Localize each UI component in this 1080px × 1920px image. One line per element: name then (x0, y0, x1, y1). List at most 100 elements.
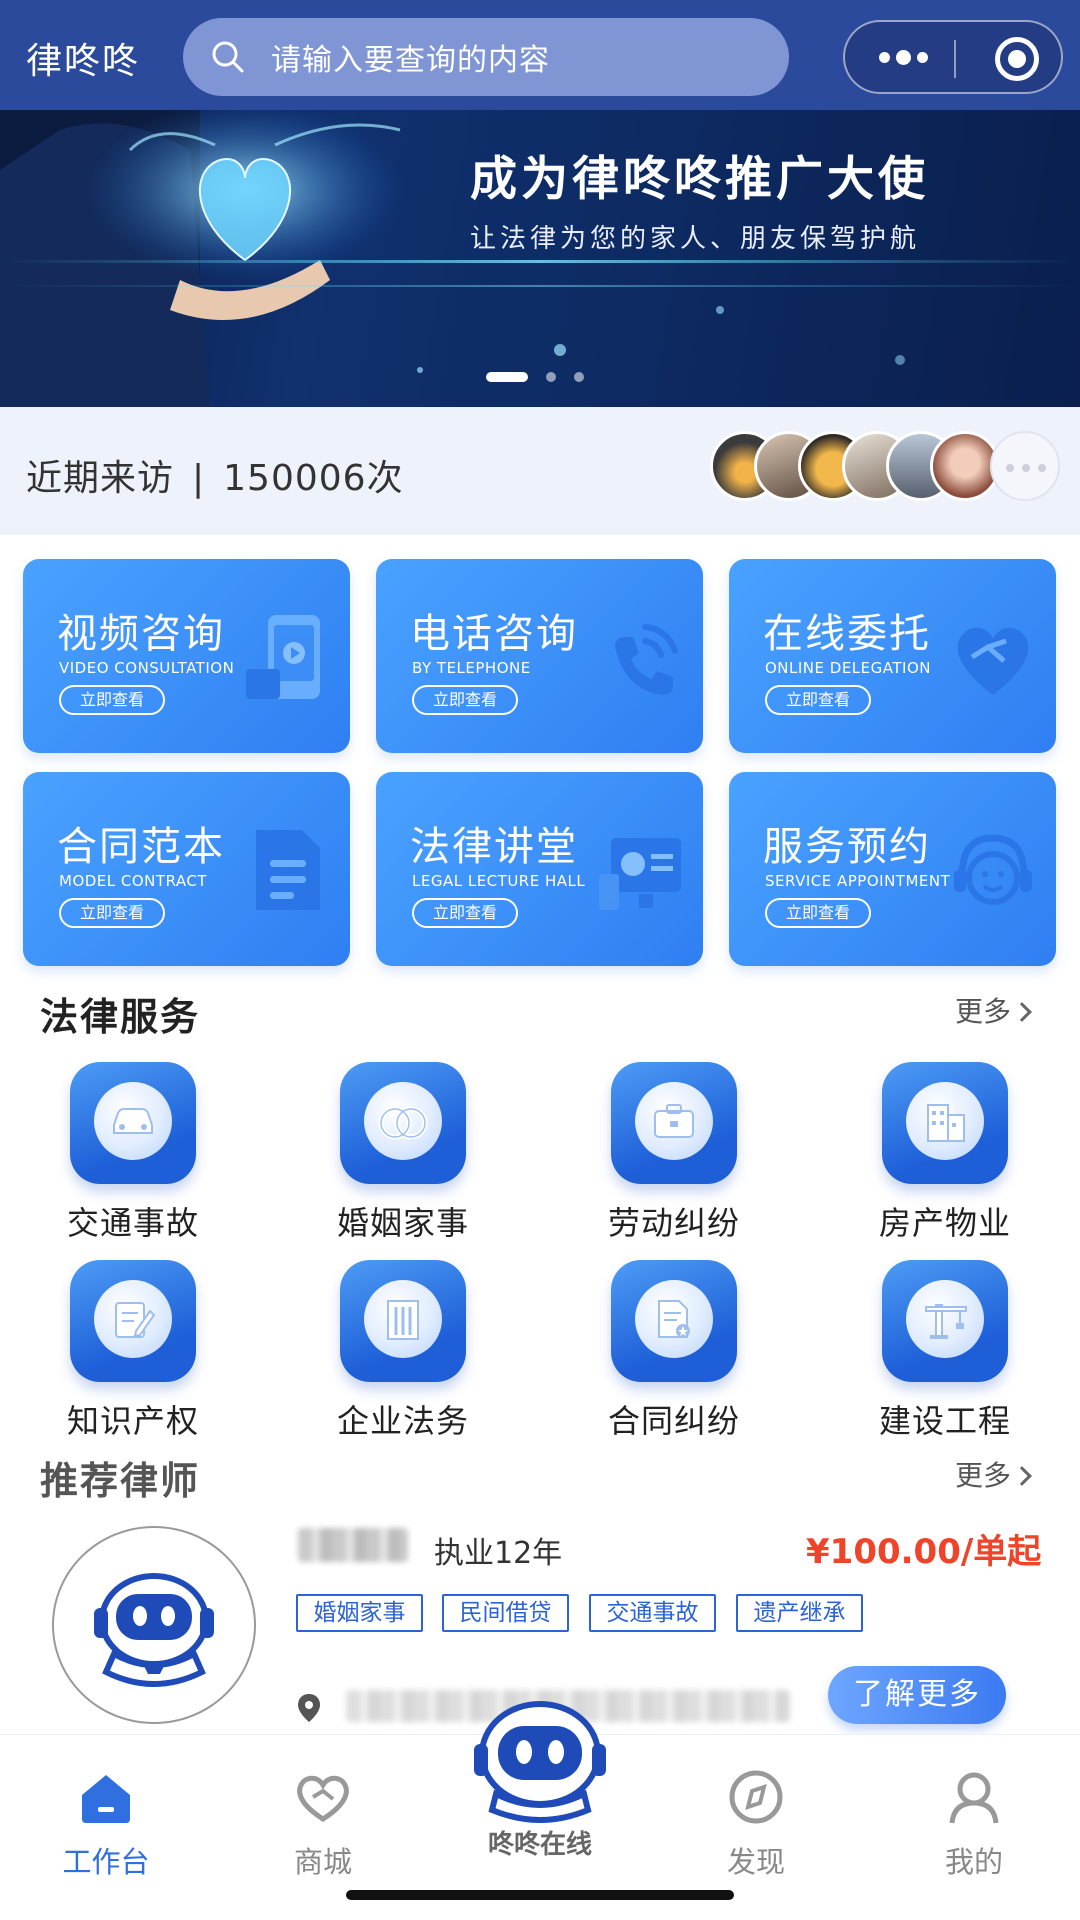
lawyer-avatar[interactable] (52, 1526, 256, 1724)
visits-separator: | (192, 458, 206, 499)
service-label: 建设工程 (878, 1402, 1011, 1440)
banner-pager (486, 372, 584, 382)
recent-visits-text: 近期来访 | 150006次 (26, 449, 404, 501)
app-title: 律咚咚 (26, 41, 141, 82)
legal-services-more-link[interactable]: 更多 (955, 990, 1032, 1030)
service-traffic-accident[interactable]: 交通事故 (33, 1062, 233, 1244)
tab-label: 发现 (726, 1845, 785, 1879)
presentation-icon (599, 838, 681, 910)
view-now-button[interactable]: 立即查看 (59, 898, 165, 928)
tab-online-assistant[interactable]: 咚咚在线 (470, 1696, 610, 1860)
tab-label: 工作台 (62, 1845, 150, 1879)
card-title: 合同范本 (57, 824, 225, 870)
banner-subtitle: 让法律为您的家人、朋友保驾护航 (470, 224, 921, 254)
tab-label: 商城 (293, 1845, 352, 1879)
service-construction[interactable]: 建设工程 (845, 1260, 1045, 1442)
card-title: 法律讲堂 (410, 824, 578, 870)
capsule-divider (954, 40, 956, 78)
card-subtitle: VIDEO CONSULTATION (59, 659, 235, 677)
service-label: 合同纠纷 (607, 1402, 740, 1440)
card-subtitle: LEGAL LECTURE HALL (412, 872, 586, 890)
card-legal-lecture-hall[interactable]: 法律讲堂 LEGAL LECTURE HALL 立即查看 (376, 772, 703, 966)
tab-label: 我的 (944, 1845, 1003, 1879)
more-menu-icon[interactable] (879, 50, 928, 65)
lawyer-experience: 执业12年 (434, 1536, 563, 1571)
office-building-icon (340, 1260, 466, 1382)
location-pin-icon (298, 1694, 320, 1722)
contract-icon (611, 1260, 737, 1382)
learn-more-button[interactable]: 了解更多 (828, 1666, 1006, 1724)
home-indicator (346, 1890, 734, 1900)
compass-icon (729, 1770, 783, 1824)
more-visitors-icon[interactable] (990, 431, 1060, 501)
robot-avatar-icon (94, 1573, 214, 1687)
card-title: 视频咨询 (57, 611, 225, 657)
service-label: 交通事故 (66, 1204, 199, 1242)
robot-icon (474, 1701, 606, 1823)
view-now-button[interactable]: 立即查看 (765, 685, 871, 715)
edit-document-icon (70, 1260, 196, 1382)
tab-discover[interactable]: 发现 (696, 1769, 816, 1881)
visits-count: 150006次 (223, 458, 404, 499)
view-now-button[interactable]: 立即查看 (412, 898, 518, 928)
heart-shop-icon (297, 1775, 349, 1822)
consult-cards-grid: 视频咨询 VIDEO CONSULTATION 立即查看 电话咨询 BY TEL… (0, 535, 1080, 975)
card-video-consultation[interactable]: 视频咨询 VIDEO CONSULTATION 立即查看 (23, 559, 350, 753)
tab-label: 咚咚在线 (487, 1830, 592, 1860)
card-title: 在线委托 (763, 611, 931, 657)
phone-icon (615, 624, 678, 695)
lawyer-tag: 交通事故 (589, 1594, 716, 1632)
recent-visits-bar: 近期来访 | 150006次 (0, 407, 1080, 535)
card-telephone-consultation[interactable]: 电话咨询 BY TELEPHONE 立即查看 (376, 559, 703, 753)
view-now-button[interactable]: 立即查看 (765, 898, 871, 928)
crane-icon (882, 1260, 1008, 1382)
lawyer-name-redacted (298, 1528, 408, 1562)
tab-mall[interactable]: 商城 (263, 1769, 383, 1881)
user-icon (949, 1772, 999, 1824)
chevron-right-icon (1012, 1466, 1032, 1486)
pager-dot (546, 372, 556, 382)
car-icon (70, 1062, 196, 1184)
search-placeholder: 请输入要查询的内容 (271, 43, 550, 78)
banner-title: 成为律咚咚推广大使 (470, 152, 929, 207)
service-real-estate[interactable]: 房产物业 (845, 1062, 1045, 1244)
service-labor-dispute[interactable]: 劳动纠纷 (574, 1062, 774, 1244)
search-bar[interactable]: 请输入要查询的内容 (183, 18, 789, 96)
legal-services-title: 法律服务 (40, 995, 201, 1039)
briefcase-icon (611, 1062, 737, 1184)
card-online-delegation[interactable]: 在线委托 ONLINE DELEGATION 立即查看 (729, 559, 1056, 753)
document-icon (256, 830, 320, 910)
service-corporate-legal[interactable]: 企业法务 (303, 1260, 503, 1442)
app-screen: 律咚咚 请输入要查询的内容 成为律咚咚推广大使 让法律为您的家人、朋友保驾护航 … (0, 0, 1080, 1920)
tab-workbench[interactable]: 工作台 (46, 1769, 166, 1881)
mini-program-capsule (843, 20, 1063, 94)
more-label: 更多 (955, 1459, 1012, 1492)
rings-icon (340, 1062, 466, 1184)
close-target-icon[interactable] (995, 37, 1039, 81)
tab-mine[interactable]: 我的 (914, 1769, 1034, 1881)
visitor-avatars[interactable] (710, 431, 1060, 501)
pager-dot-active (486, 372, 528, 382)
visits-label: 近期来访 (26, 458, 175, 499)
card-title: 电话咨询 (410, 611, 578, 657)
promo-banner[interactable]: 成为律咚咚推广大使 让法律为您的家人、朋友保驾护航 (0, 110, 1080, 407)
home-icon (82, 1775, 130, 1823)
card-subtitle: ONLINE DELEGATION (765, 659, 931, 677)
service-contract-dispute[interactable]: 合同纠纷 (574, 1260, 774, 1442)
service-intellectual-property[interactable]: 知识产权 (33, 1260, 233, 1442)
more-label: 更多 (955, 995, 1012, 1028)
view-now-button[interactable]: 立即查看 (412, 685, 518, 715)
view-now-button[interactable]: 立即查看 (59, 685, 165, 715)
card-subtitle: BY TELEPHONE (412, 659, 531, 677)
card-subtitle: MODEL CONTRACT (59, 872, 208, 890)
card-service-appointment[interactable]: 服务预约 SERVICE APPOINTMENT 立即查看 (729, 772, 1056, 966)
lawyer-tag: 遗产继承 (736, 1594, 863, 1632)
card-model-contract[interactable]: 合同范本 MODEL CONTRACT 立即查看 (23, 772, 350, 966)
service-marriage-family[interactable]: 婚姻家事 (303, 1062, 503, 1244)
card-subtitle: SERVICE APPOINTMENT (765, 872, 951, 890)
lawyer-tag: 婚姻家事 (296, 1594, 423, 1632)
recommended-lawyers-more-link[interactable]: 更多 (955, 1454, 1032, 1494)
service-label: 劳动纠纷 (607, 1204, 740, 1242)
building-icon (882, 1062, 1008, 1184)
search-icon (212, 41, 244, 73)
